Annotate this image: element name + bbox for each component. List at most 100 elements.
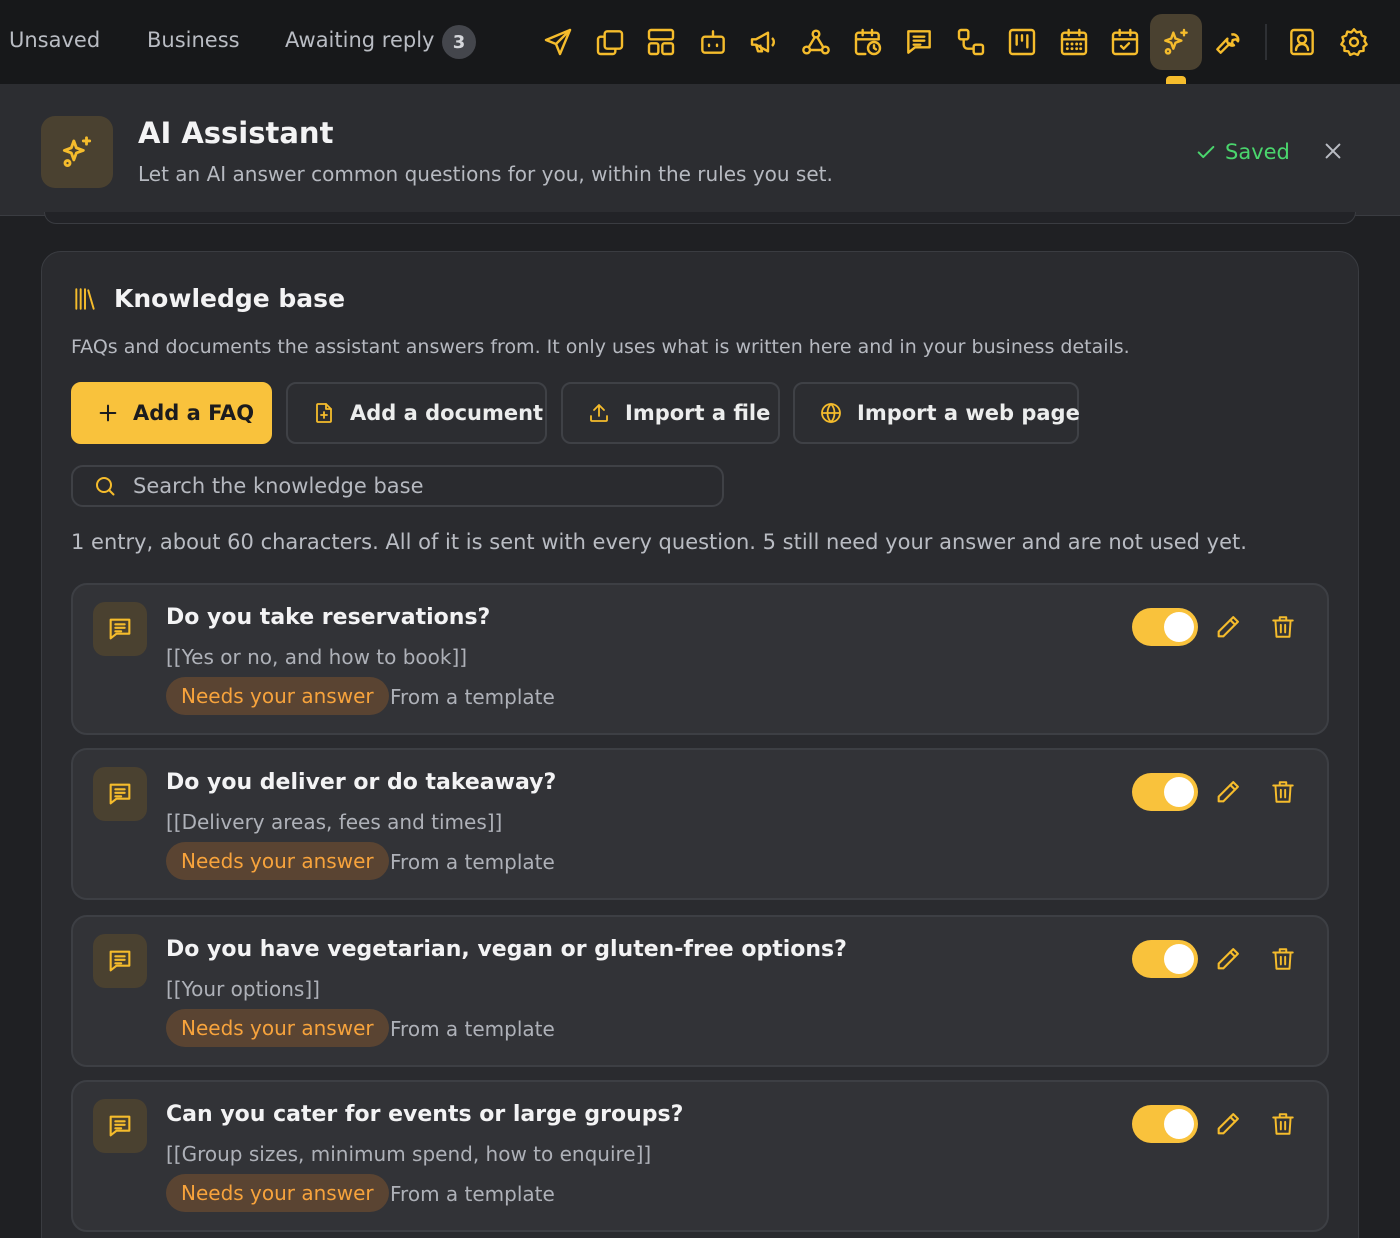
copy-icon[interactable] bbox=[590, 22, 630, 62]
bot-icon[interactable] bbox=[693, 22, 733, 62]
send-icon[interactable] bbox=[538, 22, 578, 62]
knowledge-base-summary: 1 entry, about 60 characters. All of it … bbox=[71, 530, 1247, 554]
pencil-icon bbox=[1217, 781, 1239, 803]
faq-answer: [[Group sizes, minimum spend, how to enq… bbox=[166, 1142, 652, 1166]
file-plus-icon bbox=[312, 401, 336, 425]
wrench-icon[interactable] bbox=[1208, 22, 1248, 62]
add-faq-label: Add a FAQ bbox=[133, 401, 255, 425]
search-icon bbox=[93, 474, 117, 498]
search-input[interactable] bbox=[133, 474, 693, 498]
import-web-page-label: Import a web page bbox=[857, 401, 1080, 425]
toggle-knob bbox=[1164, 1109, 1194, 1139]
delete-button[interactable] bbox=[1265, 774, 1301, 810]
webhook-icon[interactable] bbox=[796, 22, 836, 62]
active-tab-indicator bbox=[1166, 76, 1186, 84]
status-badge: Needs your answer bbox=[166, 1009, 389, 1047]
enable-toggle[interactable] bbox=[1132, 1105, 1198, 1143]
enable-toggle[interactable] bbox=[1132, 773, 1198, 811]
tab-unsaved[interactable]: Unsaved bbox=[9, 28, 100, 52]
import-web-page-button[interactable]: Import a web page bbox=[793, 382, 1080, 444]
message-icon bbox=[93, 602, 147, 656]
knowledge-base-card: Knowledge base FAQs and documents the as… bbox=[41, 251, 1359, 1238]
gear-icon[interactable] bbox=[1334, 22, 1374, 62]
close-button[interactable] bbox=[1318, 136, 1348, 166]
sparkles-icon bbox=[41, 116, 113, 188]
message-icon bbox=[93, 934, 147, 988]
knowledge-base-search bbox=[71, 465, 724, 507]
faq-source: From a template bbox=[390, 850, 555, 874]
knowledge-base-heading: Knowledge base bbox=[72, 284, 345, 313]
import-file-label: Import a file bbox=[625, 401, 771, 425]
saved-label: Saved bbox=[1225, 140, 1290, 164]
contact-icon[interactable] bbox=[1282, 22, 1322, 62]
trash-icon bbox=[1272, 948, 1294, 970]
megaphone-icon[interactable] bbox=[744, 22, 784, 62]
close-icon bbox=[1325, 143, 1341, 159]
trash-icon bbox=[1272, 1113, 1294, 1135]
tab-awaiting-reply[interactable]: Awaiting reply bbox=[285, 28, 434, 52]
faq-entry: Do you deliver or do takeaway? [[Deliver… bbox=[71, 748, 1329, 900]
edit-button[interactable] bbox=[1210, 609, 1246, 645]
page-header: AI Assistant Let an AI answer common que… bbox=[0, 84, 1400, 216]
sparkles-icon[interactable] bbox=[1150, 14, 1202, 70]
page-title: AI Assistant bbox=[138, 116, 334, 150]
trash-icon bbox=[1272, 616, 1294, 638]
message-icon[interactable] bbox=[899, 22, 939, 62]
trash-icon bbox=[1272, 781, 1294, 803]
pencil-icon bbox=[1217, 616, 1239, 638]
pencil-icon bbox=[1217, 948, 1239, 970]
calendar-grid-icon[interactable] bbox=[1054, 22, 1094, 62]
status-badge: Needs your answer bbox=[166, 1174, 389, 1212]
status-badge: Needs your answer bbox=[166, 677, 389, 715]
message-icon bbox=[93, 1099, 147, 1153]
plus-icon bbox=[97, 402, 119, 424]
delete-button[interactable] bbox=[1265, 609, 1301, 645]
faq-entry: Do you take reservations? [[Yes or no, a… bbox=[71, 583, 1329, 735]
previous-card-edge bbox=[44, 212, 1356, 224]
add-document-label: Add a document bbox=[350, 401, 544, 425]
faq-answer: [[Yes or no, and how to book]] bbox=[166, 645, 468, 669]
faq-answer: [[Your options]] bbox=[166, 977, 320, 1001]
enable-toggle[interactable] bbox=[1132, 940, 1198, 978]
faq-source: From a template bbox=[390, 1017, 555, 1041]
upload-icon bbox=[587, 401, 611, 425]
faq-question: Do you deliver or do takeaway? bbox=[166, 770, 557, 795]
tab-business[interactable]: Business bbox=[147, 28, 240, 52]
faq-source: From a template bbox=[390, 1182, 555, 1206]
kanban-icon[interactable] bbox=[1002, 22, 1042, 62]
message-icon bbox=[93, 767, 147, 821]
pencil-icon bbox=[1217, 1113, 1239, 1135]
page-subtitle: Let an AI answer common questions for yo… bbox=[138, 162, 833, 186]
add-faq-button[interactable]: Add a FAQ bbox=[71, 382, 272, 444]
globe-icon bbox=[819, 401, 843, 425]
calendar-clock-icon[interactable] bbox=[848, 22, 888, 62]
toggle-knob bbox=[1164, 777, 1194, 807]
edit-button[interactable] bbox=[1210, 941, 1246, 977]
edit-button[interactable] bbox=[1210, 774, 1246, 810]
faq-answer: [[Delivery areas, fees and times]] bbox=[166, 810, 503, 834]
toggle-knob bbox=[1164, 612, 1194, 642]
import-file-button[interactable]: Import a file bbox=[561, 382, 780, 444]
add-document-button[interactable]: Add a document bbox=[286, 382, 547, 444]
faq-source: From a template bbox=[390, 685, 555, 709]
faq-entry: Do you have vegetarian, vegan or gluten-… bbox=[71, 915, 1329, 1067]
knowledge-base-description: FAQs and documents the assistant answers… bbox=[71, 336, 1130, 358]
faq-question: Do you have vegetarian, vegan or gluten-… bbox=[166, 937, 847, 962]
toggle-knob bbox=[1164, 944, 1194, 974]
library-icon bbox=[72, 286, 98, 312]
awaiting-count-badge: 3 bbox=[442, 25, 476, 59]
status-badge: Needs your answer bbox=[166, 842, 389, 880]
faq-question: Do you take reservations? bbox=[166, 605, 491, 630]
enable-toggle[interactable] bbox=[1132, 608, 1198, 646]
calendar-check-icon[interactable] bbox=[1105, 22, 1145, 62]
knowledge-base-title: Knowledge base bbox=[114, 284, 346, 313]
delete-button[interactable] bbox=[1265, 1106, 1301, 1142]
saved-status: Saved bbox=[1195, 140, 1290, 164]
check-icon bbox=[1197, 145, 1215, 159]
layout-icon[interactable] bbox=[641, 22, 681, 62]
workflow-icon[interactable] bbox=[951, 22, 991, 62]
edit-button[interactable] bbox=[1210, 1106, 1246, 1142]
faq-entry: Can you cater for events or large groups… bbox=[71, 1080, 1329, 1232]
delete-button[interactable] bbox=[1265, 941, 1301, 977]
top-bar: Unsaved Business Awaiting reply 3 bbox=[0, 0, 1400, 84]
